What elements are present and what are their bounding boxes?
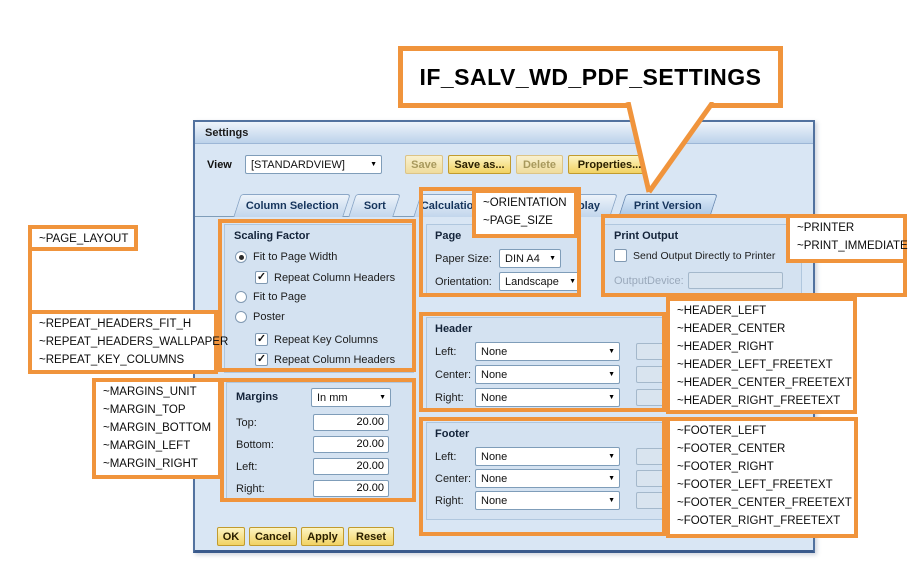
cancel-button[interactable]: Cancel bbox=[249, 527, 297, 546]
annotation-line: ~MARGINS_UNIT bbox=[103, 383, 211, 401]
annotation-line: ~HEADER_LEFT bbox=[677, 302, 846, 320]
annotation-line: ~FOOTER_RIGHT_FREETEXT bbox=[677, 512, 847, 530]
delete-button[interactable]: Delete bbox=[516, 155, 563, 174]
annotation-line: ~FOOTER_LEFT bbox=[677, 422, 847, 440]
dropdown-arrow-icon: ▼ bbox=[370, 161, 377, 168]
annotation-line: ~HEADER_LEFT_FREETEXT bbox=[677, 356, 846, 374]
tab-column-selection[interactable]: Column Selection bbox=[233, 194, 350, 217]
annotation-line: ~HEADER_RIGHT_FREETEXT bbox=[677, 392, 846, 410]
reset-button[interactable]: Reset bbox=[348, 527, 394, 546]
annotation-rect-scaling bbox=[218, 219, 416, 372]
delete-button-label: Delete bbox=[523, 159, 556, 171]
tab-label: Column Selection bbox=[245, 200, 338, 212]
annotation-line: ~ORIENTATION bbox=[483, 194, 567, 212]
annotation-line: ~REPEAT_KEY_COLUMNS bbox=[39, 351, 207, 369]
annotation-line: ~PRINTER bbox=[797, 219, 896, 237]
annotation-rect-margins bbox=[220, 378, 416, 502]
tab-label: Print Version bbox=[634, 200, 702, 212]
annotation-line: ~PAGE_SIZE bbox=[483, 212, 567, 230]
view-select[interactable]: [STANDARDVIEW] ▼ bbox=[245, 155, 382, 174]
annotation-line: ~REPEAT_HEADERS_FIT_H bbox=[39, 315, 207, 333]
view-select-value: [STANDARDVIEW] bbox=[251, 159, 345, 171]
annotation-line: ~MARGIN_TOP bbox=[103, 401, 211, 419]
annotation-title-text: IF_SALV_WD_PDF_SETTINGS bbox=[419, 64, 761, 91]
annotation-title-callout: IF_SALV_WD_PDF_SETTINGS bbox=[398, 46, 783, 108]
annotation-line: ~PAGE_LAYOUT bbox=[39, 230, 127, 248]
dialog-titlebar: Settings bbox=[195, 122, 813, 144]
annotation-box-footer: ~FOOTER_LEFT ~FOOTER_CENTER ~FOOTER_RIGH… bbox=[666, 417, 858, 538]
save-as-button-label: Save as... bbox=[454, 159, 504, 171]
annotation-line: ~FOOTER_LEFT_FREETEXT bbox=[677, 476, 847, 494]
annotation-box-repeat: ~REPEAT_HEADERS_FIT_H ~REPEAT_HEADERS_WA… bbox=[28, 310, 218, 374]
annotation-box-header: ~HEADER_LEFT ~HEADER_CENTER ~HEADER_RIGH… bbox=[666, 297, 857, 414]
view-label: View bbox=[207, 159, 232, 171]
annotation-line: ~FOOTER_CENTER_FREETEXT bbox=[677, 494, 847, 512]
annotation-box-printer: ~PRINTER ~PRINT_IMMEDIATE bbox=[786, 214, 907, 263]
annotation-connector-line bbox=[28, 249, 32, 312]
annotation-line: ~MARGIN_BOTTOM bbox=[103, 419, 211, 437]
save-as-button[interactable]: Save as... bbox=[448, 155, 511, 174]
annotation-line: ~FOOTER_CENTER bbox=[677, 440, 847, 458]
annotation-line: ~HEADER_CENTER bbox=[677, 320, 846, 338]
reset-button-label: Reset bbox=[356, 531, 386, 543]
annotation-box-margins: ~MARGINS_UNIT ~MARGIN_TOP ~MARGIN_BOTTOM… bbox=[92, 378, 222, 479]
tab-sort[interactable]: Sort bbox=[348, 194, 400, 217]
screenshot-stage: Settings View [STANDARDVIEW] ▼ Save Save… bbox=[0, 0, 915, 586]
save-button[interactable]: Save bbox=[405, 155, 443, 174]
apply-button[interactable]: Apply bbox=[301, 527, 344, 546]
tab-label: Sort bbox=[363, 200, 385, 212]
ok-button-label: OK bbox=[223, 531, 240, 543]
annotation-rect-header bbox=[419, 312, 666, 412]
annotation-box-orientation: ~ORIENTATION ~PAGE_SIZE bbox=[472, 189, 578, 238]
apply-button-label: Apply bbox=[307, 531, 338, 543]
annotation-line: ~PRINT_IMMEDIATE bbox=[797, 237, 896, 255]
annotation-line: ~HEADER_CENTER_FREETEXT bbox=[677, 374, 846, 392]
annotation-line: ~MARGIN_RIGHT bbox=[103, 455, 211, 473]
annotation-line: ~MARGIN_LEFT bbox=[103, 437, 211, 455]
ok-button[interactable]: OK bbox=[217, 527, 245, 546]
dialog-title: Settings bbox=[205, 127, 248, 139]
annotation-line: ~REPEAT_HEADERS_WALLPAPER bbox=[39, 333, 207, 351]
annotation-line: ~HEADER_RIGHT bbox=[677, 338, 846, 356]
save-button-label: Save bbox=[411, 159, 437, 171]
annotation-rect-footer bbox=[419, 417, 666, 536]
callout-pointer-icon bbox=[620, 102, 720, 197]
cancel-button-label: Cancel bbox=[255, 531, 291, 543]
annotation-box-page-layout: ~PAGE_LAYOUT bbox=[28, 225, 138, 251]
annotation-line: ~FOOTER_RIGHT bbox=[677, 458, 847, 476]
